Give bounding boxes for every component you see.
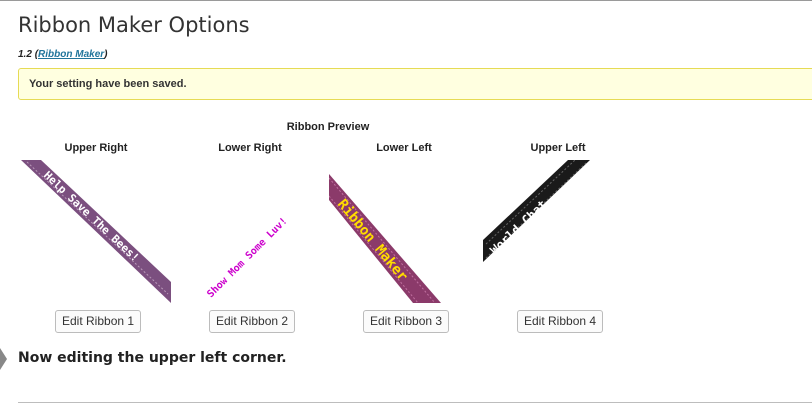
corner-label-upper-right: Upper Right [64, 142, 128, 154]
current-section-arrow-icon [0, 348, 7, 370]
ribbon-preview-upper-left: World Chat [483, 159, 633, 303]
edit-ribbon-3-button[interactable]: Edit Ribbon 3 [363, 310, 450, 333]
ribbon-band [21, 160, 171, 303]
ribbon-upper-right-graphic: Help Save The Bees! [21, 160, 171, 303]
ribbon-lower-left-graphic: Ribbon Maker [328, 174, 441, 304]
ribbon-preview-upper-right: Help Save The Bees! [21, 160, 171, 303]
version-paren-close: ) [104, 49, 108, 60]
corner-label-upper-left: Upper Left [530, 142, 586, 154]
ribbon-lower-right-graphic: Show Mom Some Luv! [205, 216, 289, 300]
ribbon-band [329, 174, 441, 303]
settings-saved-notice: Your setting have been saved. [18, 68, 812, 100]
version-number: 1.2 [18, 49, 32, 60]
ribbon-preview-lower-right: Show Mom Some Luv! [175, 160, 325, 303]
ribbon-text: Show Mom Some Luv! [205, 216, 289, 300]
edit-ribbon-4-button[interactable]: Edit Ribbon 4 [517, 310, 604, 333]
corner-label-lower-right: Lower Right [218, 142, 282, 154]
ribbon-maker-link[interactable]: Ribbon Maker [38, 49, 104, 60]
notice-message: Your setting have been saved. [29, 78, 187, 90]
edit-ribbon-2-button[interactable]: Edit Ribbon 2 [209, 310, 296, 333]
editing-status-text: Now editing the upper left corner. [18, 350, 287, 366]
section-divider [18, 402, 812, 403]
edit-ribbon-1-button[interactable]: Edit Ribbon 1 [55, 310, 142, 333]
ribbon-text: Ribbon Maker [334, 196, 411, 284]
ribbon-preview-lower-left: Ribbon Maker [328, 160, 479, 304]
ribbon-text: Help Save The Bees! [41, 169, 142, 265]
version-line: 1.2 (Ribbon Maker) [18, 49, 108, 60]
page-title: Ribbon Maker Options [18, 13, 250, 37]
ribbon-preview-heading: Ribbon Preview [286, 121, 370, 133]
ribbon-upper-left-graphic: World Chat [483, 159, 590, 262]
top-border [0, 0, 812, 1]
corner-label-lower-left: Lower Left [376, 142, 432, 154]
